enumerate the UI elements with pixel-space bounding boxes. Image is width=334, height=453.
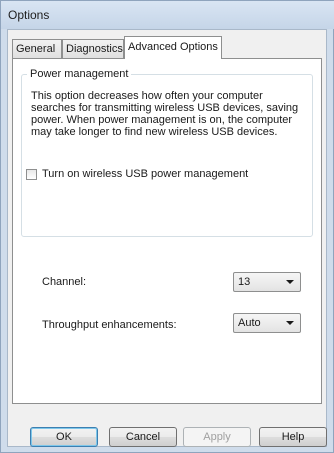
power-management-checkbox-label[interactable]: Turn on wireless USB power management [42, 168, 248, 180]
window-title: Options [8, 8, 50, 22]
power-management-description: This option decreases how often your com… [31, 90, 299, 138]
title-bar[interactable]: Options [1, 1, 334, 29]
channel-dropdown-value: 13 [238, 276, 251, 288]
cancel-button[interactable]: Cancel [109, 427, 177, 447]
power-management-checkbox-row[interactable]: Turn on wireless USB power management [26, 167, 248, 181]
chevron-down-icon [286, 280, 294, 284]
tab-advanced-options[interactable]: Advanced Options [124, 36, 222, 59]
ok-button[interactable]: OK [30, 427, 98, 447]
tab-diagnostics[interactable]: Diagnostics [62, 39, 124, 58]
power-management-group: Power management This option decreases h… [21, 67, 313, 237]
tab-panel-advanced-options: Power management This option decreases h… [12, 58, 322, 404]
throughput-dropdown-value: Auto [238, 317, 261, 329]
power-management-group-label: Power management [27, 67, 132, 81]
apply-button[interactable]: Apply [183, 427, 251, 447]
channel-label: Channel: [42, 276, 87, 288]
chevron-down-icon [286, 321, 294, 325]
channel-dropdown[interactable]: 13 [233, 272, 301, 292]
tab-general[interactable]: General [12, 39, 62, 58]
options-dialog: Options General Diagnostics Advanced Opt… [0, 0, 334, 453]
throughput-label: Throughput enhancements: [42, 319, 177, 331]
dialog-client-area: General Diagnostics Advanced Options Pow… [7, 29, 327, 447]
help-button[interactable]: Help [259, 427, 327, 447]
throughput-dropdown[interactable]: Auto [233, 313, 301, 333]
power-management-checkbox[interactable] [26, 168, 37, 180]
